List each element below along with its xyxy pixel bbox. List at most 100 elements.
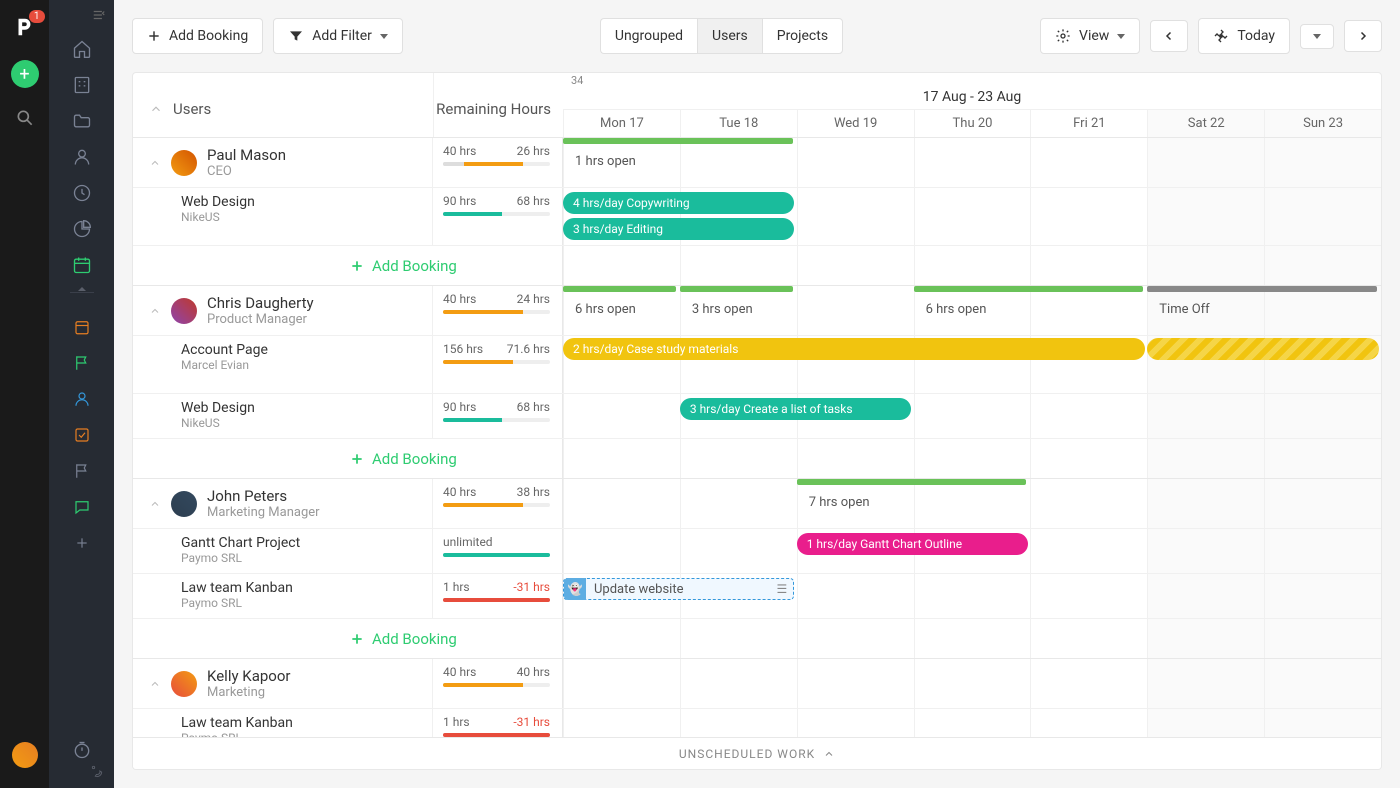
timeline-cell[interactable] bbox=[1030, 479, 1147, 528]
timeline-cell[interactable] bbox=[797, 439, 914, 478]
timeline-cell[interactable] bbox=[1147, 246, 1264, 285]
collapse-user-icon[interactable] bbox=[149, 678, 161, 690]
search-icon[interactable] bbox=[15, 108, 35, 128]
tab-ungrouped[interactable]: Ungrouped bbox=[600, 18, 697, 54]
timeline-cell[interactable] bbox=[1030, 394, 1147, 438]
timeline-cell[interactable] bbox=[1264, 479, 1381, 528]
timeline-cell[interactable] bbox=[797, 659, 914, 708]
timeline-cell[interactable] bbox=[914, 246, 1031, 285]
timeline-cell[interactable] bbox=[1147, 479, 1264, 528]
user-avatar[interactable] bbox=[171, 150, 197, 176]
timeline-cell[interactable] bbox=[1264, 659, 1381, 708]
booking-bar[interactable]: 3 hrs/day Editing bbox=[563, 218, 794, 240]
timeline-cell[interactable] bbox=[914, 138, 1031, 187]
timeline-cell[interactable] bbox=[563, 439, 680, 478]
timeline-cell[interactable] bbox=[1147, 439, 1264, 478]
prev-button[interactable] bbox=[1150, 20, 1188, 52]
timeline-cell[interactable] bbox=[1030, 138, 1147, 187]
timeline-cell[interactable] bbox=[1264, 188, 1381, 245]
unscheduled-work-toggle[interactable]: UNSCHEDULED WORK bbox=[133, 737, 1381, 769]
reports-icon[interactable] bbox=[65, 212, 99, 246]
user-avatar[interactable] bbox=[171, 298, 197, 324]
add-booking-inline-button[interactable]: Add Booking bbox=[302, 439, 562, 478]
booking-bar[interactable]: 3 hrs/day Create a list of tasks bbox=[680, 398, 911, 420]
tab-projects[interactable]: Projects bbox=[762, 18, 843, 54]
timeline-cell[interactable] bbox=[797, 574, 914, 618]
timeline-cell[interactable] bbox=[1264, 394, 1381, 438]
time-icon[interactable] bbox=[65, 176, 99, 210]
timeline-cell[interactable] bbox=[1030, 286, 1147, 335]
add-booking-button[interactable]: Add Booking bbox=[132, 18, 263, 54]
user-avatar[interactable] bbox=[171, 671, 197, 697]
timeline-cell[interactable] bbox=[1264, 286, 1381, 335]
nav-shortcut-calendar-icon[interactable] bbox=[65, 310, 99, 344]
collapse-all-icon[interactable] bbox=[149, 102, 163, 116]
project-name[interactable]: Gantt Chart Project bbox=[181, 535, 416, 551]
nav-shortcut-check-icon[interactable] bbox=[65, 418, 99, 452]
global-add-button[interactable]: + bbox=[11, 60, 39, 88]
timeline-cell[interactable] bbox=[797, 619, 914, 658]
timeline-cell[interactable] bbox=[1030, 619, 1147, 658]
timeline-cell[interactable] bbox=[914, 439, 1031, 478]
collapse-user-icon[interactable] bbox=[149, 498, 161, 510]
tab-users[interactable]: Users bbox=[697, 18, 762, 54]
timeline-cell[interactable] bbox=[563, 246, 680, 285]
timeline-cell[interactable] bbox=[797, 286, 914, 335]
project-name[interactable]: Web Design bbox=[181, 400, 416, 416]
timeline-cell[interactable] bbox=[1147, 138, 1264, 187]
nav-shortcut-chat-icon[interactable] bbox=[65, 490, 99, 524]
projects-icon[interactable] bbox=[65, 104, 99, 138]
timeline-cell[interactable] bbox=[914, 619, 1031, 658]
today-dropdown-button[interactable] bbox=[1300, 24, 1334, 49]
collapse-user-icon[interactable] bbox=[149, 305, 161, 317]
timeline-cell[interactable] bbox=[1264, 439, 1381, 478]
ghost-menu-icon[interactable]: ☰ bbox=[776, 582, 787, 596]
timeline-cell[interactable] bbox=[1030, 529, 1147, 573]
nav-shortcut-user-icon[interactable] bbox=[65, 382, 99, 416]
project-name[interactable]: Law team Kanban bbox=[181, 715, 416, 731]
timeline-cell[interactable] bbox=[1030, 659, 1147, 708]
project-name[interactable]: Web Design bbox=[181, 194, 416, 210]
timeline-cell[interactable] bbox=[680, 439, 797, 478]
nav-add-shortcut-icon[interactable] bbox=[65, 526, 99, 560]
timeline-cell[interactable] bbox=[1147, 709, 1264, 737]
timeline-cell[interactable] bbox=[563, 709, 680, 737]
booking-bar[interactable]: 1 hrs/day Gantt Chart Outline bbox=[797, 533, 1028, 555]
timeline-cell[interactable] bbox=[680, 246, 797, 285]
timeline-cell[interactable] bbox=[680, 619, 797, 658]
users-icon[interactable] bbox=[65, 140, 99, 174]
timeline-cell[interactable] bbox=[1264, 574, 1381, 618]
timeline-cell[interactable] bbox=[1264, 709, 1381, 737]
timeline-cell[interactable] bbox=[797, 709, 914, 737]
timeline-cell[interactable] bbox=[680, 659, 797, 708]
timeline-cell[interactable] bbox=[680, 529, 797, 573]
notification-badge[interactable]: 1 bbox=[29, 10, 45, 23]
timeline-cell[interactable] bbox=[797, 188, 914, 245]
timeline-cell[interactable] bbox=[797, 138, 914, 187]
timeline-cell[interactable] bbox=[1264, 138, 1381, 187]
timeline-cell[interactable] bbox=[563, 529, 680, 573]
timeline-cell[interactable] bbox=[1264, 246, 1381, 285]
timeline-cell[interactable] bbox=[1264, 619, 1381, 658]
timer-icon[interactable] bbox=[72, 740, 92, 760]
booking-bar[interactable]: 4 hrs/day Copywriting bbox=[563, 192, 794, 214]
timeline-cell[interactable] bbox=[563, 394, 680, 438]
timeline-cell[interactable] bbox=[1030, 709, 1147, 737]
project-name[interactable]: Law team Kanban bbox=[181, 580, 416, 596]
settings-icon[interactable] bbox=[90, 764, 104, 778]
timeline-cell[interactable] bbox=[1147, 619, 1264, 658]
scheduler-icon[interactable] bbox=[65, 248, 99, 282]
current-user-avatar[interactable] bbox=[12, 742, 38, 768]
booking-bar[interactable] bbox=[1147, 338, 1378, 360]
today-button[interactable]: Today bbox=[1198, 18, 1290, 54]
timeline-cell[interactable] bbox=[1147, 529, 1264, 573]
timeline-cell[interactable] bbox=[680, 479, 797, 528]
booking-bar[interactable]: 2 hrs/day Case study materials bbox=[563, 338, 1145, 360]
timeline-cell[interactable] bbox=[914, 479, 1031, 528]
next-button[interactable] bbox=[1344, 20, 1382, 52]
project-name[interactable]: Account Page bbox=[181, 342, 416, 358]
timeline-cell[interactable] bbox=[1030, 188, 1147, 245]
timeline-cell[interactable] bbox=[1030, 574, 1147, 618]
timeline-cell[interactable] bbox=[563, 659, 680, 708]
ghost-booking[interactable]: 👻 Update website ☰ bbox=[563, 578, 794, 600]
